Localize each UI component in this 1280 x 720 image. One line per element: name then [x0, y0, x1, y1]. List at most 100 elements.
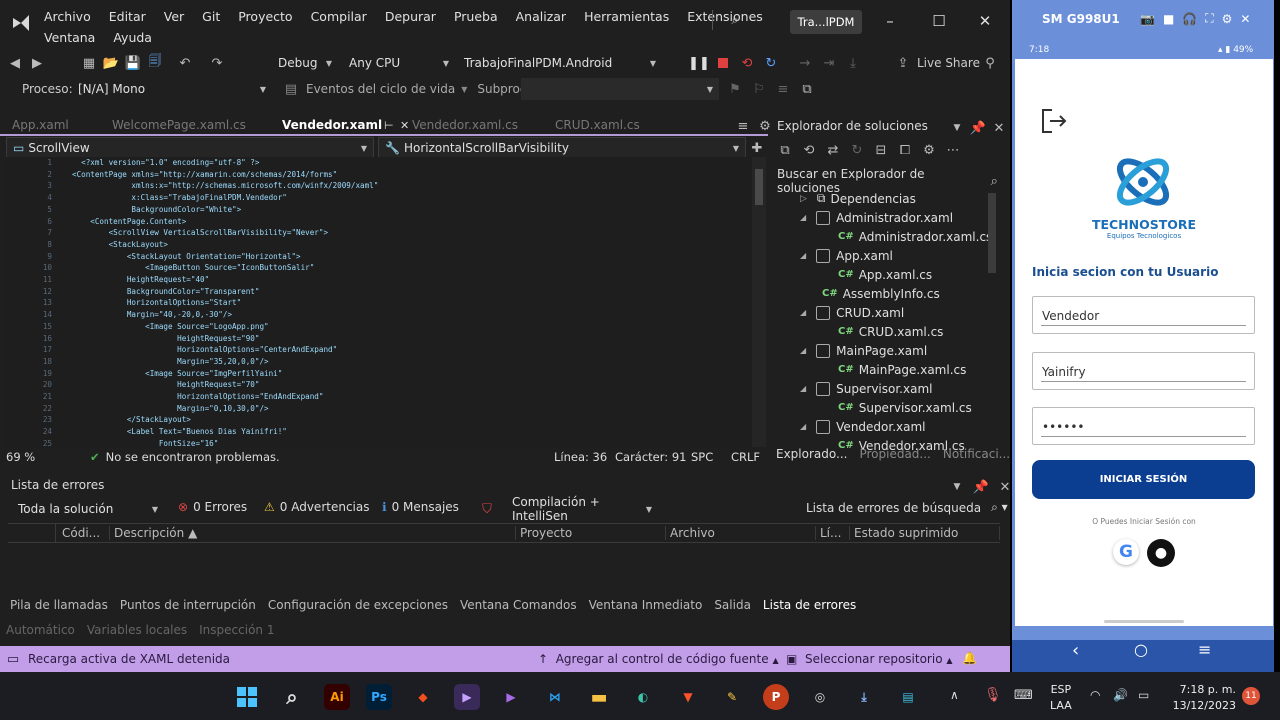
- feedback-icon[interactable]: ⚲: [981, 54, 999, 72]
- startup-project-dropdown[interactable]: TrabajoFinalPDM.Android ▼: [458, 52, 662, 74]
- camera-icon[interactable]: 📷: [1140, 12, 1155, 26]
- illustrator-icon[interactable]: Ai: [324, 684, 350, 710]
- solution-tree-item[interactable]: C# Administrador.xaml.cs: [800, 227, 992, 246]
- menu-item[interactable]: Herramientas: [575, 9, 678, 24]
- keyboard-icon[interactable]: ⌨: [1014, 688, 1033, 703]
- username-field[interactable]: Yainifry: [1032, 352, 1255, 390]
- more-icon[interactable]: ⋯: [944, 141, 962, 159]
- collapse-all-icon[interactable]: ⊟: [872, 141, 890, 159]
- pause-icon[interactable]: ❚❚: [688, 54, 710, 72]
- powerpoint-icon[interactable]: P: [763, 684, 789, 710]
- photoshop-icon[interactable]: Ps: [366, 684, 392, 710]
- notification-badge[interactable]: 11: [1242, 687, 1260, 705]
- figma-icon[interactable]: ◆: [410, 684, 436, 710]
- code-content[interactable]: <?xml version="1.0" encoding="utf-8" ?> <…: [72, 157, 378, 447]
- zoom-level[interactable]: 69 %: [6, 450, 78, 464]
- live-share-button[interactable]: ⇪ Live Share: [894, 54, 980, 72]
- input-language[interactable]: ESP LAA: [1050, 682, 1072, 714]
- android-home-button[interactable]: ○: [1134, 640, 1148, 659]
- properties-icon[interactable]: ⚙: [920, 141, 938, 159]
- android-recents-button[interactable]: ≡: [1198, 640, 1211, 659]
- solution-tree-item[interactable]: C# Supervisor.xaml.cs: [800, 398, 990, 417]
- sync-icon[interactable]: ⇄: [824, 141, 842, 159]
- solution-tree-item[interactable]: ◢ CRUD.xaml: [800, 303, 990, 322]
- google-login-icon[interactable]: G: [1113, 539, 1139, 565]
- column-code[interactable]: Códi...: [56, 526, 110, 540]
- build-filter-dropdown[interactable]: Compilación + IntelliSen ▼: [506, 495, 658, 523]
- editor-scrollbar-thumb[interactable]: [755, 169, 763, 205]
- switch-views-icon[interactable]: ⧉: [776, 141, 794, 159]
- menu-item[interactable]: Editar: [100, 9, 155, 24]
- save-all-icon[interactable]: 🗐: [146, 54, 164, 72]
- column-file[interactable]: Archivo: [666, 526, 816, 540]
- document-tab[interactable]: App.xaml: [0, 118, 81, 132]
- role-field[interactable]: Vendedor: [1032, 296, 1255, 334]
- expand-chevron-icon[interactable]: ▷: [800, 194, 807, 204]
- brave-icon[interactable]: ▼: [675, 684, 701, 710]
- filter-icon[interactable]: ⛉: [478, 500, 496, 518]
- app-icon[interactable]: ◎: [807, 684, 833, 710]
- password-field[interactable]: ••••••: [1032, 407, 1255, 445]
- tray-chevron-icon[interactable]: ∧: [950, 688, 959, 702]
- messages-filter[interactable]: ℹ0 Mensajes: [382, 500, 459, 514]
- history-icon[interactable]: ⟲: [800, 141, 818, 159]
- solution-tree-item[interactable]: ◢ Administrador.xaml: [800, 208, 990, 227]
- minimize-button[interactable]: –: [876, 8, 904, 34]
- save-icon[interactable]: 💾: [124, 54, 142, 72]
- dropdown-icon[interactable]: ▼: [948, 119, 966, 137]
- file-explorer-icon[interactable]: ▬: [586, 684, 612, 710]
- taskbar-search-icon[interactable]: ⌕: [279, 684, 305, 710]
- step-over-icon[interactable]: →: [796, 54, 814, 72]
- stop-icon[interactable]: [714, 54, 732, 72]
- type-navigation-dropdown[interactable]: ▭ ScrollView ▼: [6, 137, 374, 159]
- menu-item[interactable]: Ayuda: [104, 30, 161, 45]
- stack-icon[interactable]: ⧉: [798, 80, 816, 98]
- show-all-files-icon[interactable]: ⧠: [896, 141, 914, 159]
- hot-reload-status[interactable]: Recarga activa de XAML detenida: [28, 652, 230, 666]
- debug-tab[interactable]: Inspección 1: [193, 623, 280, 637]
- refresh-icon[interactable]: ↻: [848, 141, 866, 159]
- solution-tree-item[interactable]: C# CRUD.xaml.cs: [800, 322, 990, 341]
- android-back-button[interactable]: ‹: [1072, 640, 1079, 661]
- restart-icon[interactable]: ⟲: [738, 54, 756, 72]
- solution-panel-tab[interactable]: Notificaci...: [943, 447, 1010, 461]
- collapse-chevron-icon[interactable]: ◢: [800, 422, 806, 431]
- document-tab[interactable]: CRUD.xaml.cs: [543, 118, 652, 132]
- column-description[interactable]: Descripción ▲: [110, 526, 516, 540]
- notepad-icon[interactable]: ▤: [895, 684, 921, 710]
- close-panel-icon[interactable]: ✕: [990, 119, 1008, 137]
- collapse-chevron-icon[interactable]: ◢: [800, 346, 806, 355]
- bottom-tab[interactable]: Lista de errores: [757, 598, 862, 612]
- bottom-tab[interactable]: Pila de llamadas: [4, 598, 114, 612]
- subprocess-dropdown[interactable]: ▼: [521, 78, 719, 100]
- step-icon[interactable]: ⇥: [820, 54, 838, 72]
- panel-menu-icon[interactable]: ▼: [948, 478, 966, 496]
- visual-studio-taskbar-icon[interactable]: ▶: [454, 684, 480, 710]
- lifecycle-events-dropdown[interactable]: Eventos del ciclo de vida: [306, 82, 455, 96]
- battery-icon[interactable]: ▭: [1138, 688, 1149, 702]
- step-into-icon[interactable]: ⤓: [844, 54, 862, 72]
- menu-item[interactable]: Compilar: [302, 9, 376, 24]
- panel-pin-icon[interactable]: 📌: [972, 478, 990, 496]
- menu-item[interactable]: Depurar: [376, 9, 445, 24]
- solution-panel-tab[interactable]: Propiedad...: [859, 447, 930, 461]
- scope-dropdown[interactable]: Toda la solución ▼: [12, 498, 164, 520]
- menu-item[interactable]: Analizar: [507, 9, 575, 24]
- column-project[interactable]: Proyecto: [516, 526, 666, 540]
- member-navigation-dropdown[interactable]: 🔧 HorizontalScrollBarVisibility ▼: [378, 137, 746, 159]
- clock[interactable]: 7:18 p. m. 13/12/2023: [1170, 682, 1236, 714]
- stack-frame-icon[interactable]: ≡: [774, 80, 792, 98]
- headphones-icon[interactable]: 🎧: [1182, 12, 1197, 26]
- warnings-filter[interactable]: ⚠ 0 Advertencias: [264, 500, 369, 514]
- logout-icon[interactable]: [1038, 106, 1068, 136]
- column-line[interactable]: Lí...: [816, 526, 850, 540]
- add-source-control-button[interactable]: ↑ Agregar al control de código fuente ▲: [538, 652, 779, 666]
- bottom-tab[interactable]: Puntos de interrupción: [114, 598, 262, 612]
- column-suppression[interactable]: Estado suprimido: [850, 526, 1000, 540]
- split-add-icon[interactable]: ✚: [748, 139, 766, 157]
- bottom-tab[interactable]: Ventana Comandos: [454, 598, 583, 612]
- fullscreen-icon[interactable]: ⛶: [1205, 11, 1213, 26]
- maximize-button[interactable]: ☐: [925, 8, 953, 34]
- tree-scrollbar-thumb[interactable]: [988, 193, 996, 273]
- flag-icon[interactable]: ⚑: [726, 80, 744, 98]
